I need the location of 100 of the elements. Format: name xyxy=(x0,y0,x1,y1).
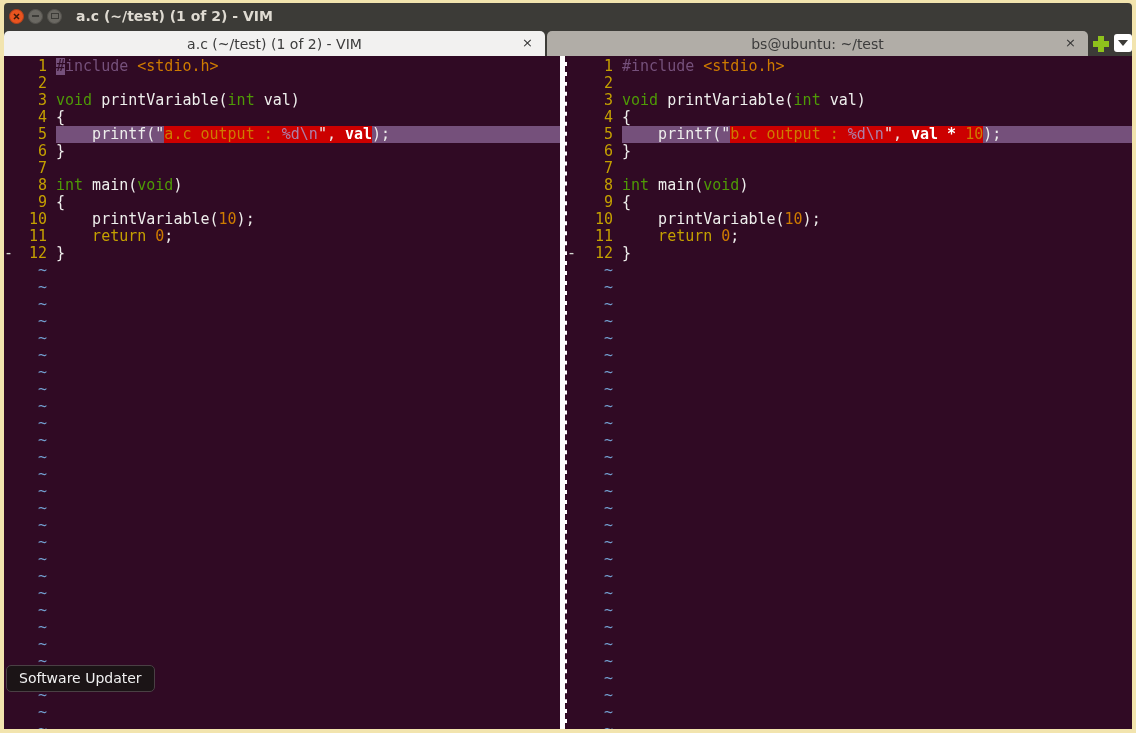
line-number: 7 xyxy=(36,160,48,177)
filler-tilde: ~ xyxy=(37,414,47,432)
filler-tilde: ~ xyxy=(37,465,47,483)
fold-marker: - xyxy=(567,245,577,262)
filler-tilde: ~ xyxy=(603,686,613,704)
filler-tilde: ~ xyxy=(37,380,47,398)
line-number: 11 xyxy=(27,228,48,245)
code-line: return 0; xyxy=(91,228,175,245)
filler-tilde: ~ xyxy=(603,346,613,364)
line-number: 2 xyxy=(36,75,48,92)
code-line: #include <stdio.h> xyxy=(56,58,220,75)
code-line: } xyxy=(56,143,67,160)
filler-tilde: ~ xyxy=(603,533,613,551)
code-line: } xyxy=(622,143,633,160)
caret-icon xyxy=(1118,40,1128,46)
line-number: 12 xyxy=(593,245,614,262)
filler-tilde: ~ xyxy=(603,516,613,534)
line-number: 7 xyxy=(602,160,614,177)
line-number: 3 xyxy=(36,92,48,109)
filler-tilde: ~ xyxy=(37,312,47,330)
window-title: a.c (~/test) (1 of 2) - VIM xyxy=(76,8,273,24)
filler-tilde: ~ xyxy=(603,312,613,330)
filler-tilde: ~ xyxy=(37,397,47,415)
line-number: 1 xyxy=(36,58,48,75)
filler-tilde: ~ xyxy=(37,278,47,296)
fold-marker: - xyxy=(4,245,14,262)
filler-tilde: ~ xyxy=(603,329,613,347)
filler-tilde: ~ xyxy=(603,448,613,466)
tab[interactable]: a.c (~/test) (1 of 2) - VIM × xyxy=(4,31,545,56)
filler-tilde: ~ xyxy=(37,635,47,653)
line-number: 8 xyxy=(36,177,48,194)
filler-tilde: ~ xyxy=(603,618,613,636)
filler-tilde: ~ xyxy=(603,278,613,296)
filler-tilde: ~ xyxy=(37,482,47,500)
filler-tilde: ~ xyxy=(37,618,47,636)
line-number: 4 xyxy=(602,109,614,126)
filler-tilde: ~ xyxy=(603,652,613,670)
code-line: { xyxy=(56,109,67,126)
filler-tilde: ~ xyxy=(37,516,47,534)
line-number: 4 xyxy=(36,109,48,126)
code-line: int main(void) xyxy=(622,177,750,194)
code-line: return 0; xyxy=(657,228,741,245)
code-line: printVariable(10); xyxy=(91,211,256,228)
line-number: 8 xyxy=(602,177,614,194)
filler-tilde: ~ xyxy=(37,499,47,517)
filler-tilde: ~ xyxy=(37,550,47,568)
code-line: } xyxy=(56,245,67,262)
filler-tilde: ~ xyxy=(603,567,613,585)
code-line: void printVariable(int val) xyxy=(56,92,301,109)
filler-tilde: ~ xyxy=(37,703,47,721)
filler-tilde: ~ xyxy=(603,669,613,687)
filler-tilde: ~ xyxy=(37,295,47,313)
filler-tilde: ~ xyxy=(603,465,613,483)
code-line: } xyxy=(622,245,633,262)
line-number: 5 xyxy=(36,126,48,143)
code-line: { xyxy=(622,194,633,211)
filler-tilde: ~ xyxy=(603,431,613,449)
line-number: 6 xyxy=(602,143,614,160)
line-number: 10 xyxy=(593,211,614,228)
filler-tilde: ~ xyxy=(37,363,47,381)
plus-icon[interactable] xyxy=(1092,35,1110,53)
code-line: { xyxy=(56,194,67,211)
line-number: 10 xyxy=(27,211,48,228)
line-number: 5 xyxy=(602,126,614,143)
close-icon[interactable] xyxy=(9,8,24,24)
filler-tilde: ~ xyxy=(37,448,47,466)
line-number: 11 xyxy=(593,228,614,245)
filler-tilde: ~ xyxy=(37,533,47,551)
filler-tilde: ~ xyxy=(37,431,47,449)
filler-tilde: ~ xyxy=(37,261,47,279)
filler-tilde: ~ xyxy=(603,499,613,517)
close-icon[interactable]: × xyxy=(1065,35,1076,50)
filler-tilde: ~ xyxy=(603,414,613,432)
filler-tilde: ~ xyxy=(603,584,613,602)
filler-tilde: ~ xyxy=(603,601,613,619)
dropdown-button[interactable] xyxy=(1114,34,1132,52)
filler-tilde: ~ xyxy=(603,380,613,398)
line-number: 2 xyxy=(602,75,614,92)
line-number: 9 xyxy=(602,194,614,211)
tab[interactable]: bs@ubuntu: ~/test × xyxy=(547,31,1088,56)
code-line: #include <stdio.h> xyxy=(622,58,786,75)
filler-tilde: ~ xyxy=(37,601,47,619)
filler-tilde: ~ xyxy=(603,482,613,500)
code-line: printVariable(10); xyxy=(657,211,822,228)
filler-tilde: ~ xyxy=(603,397,613,415)
line-number: 12 xyxy=(27,245,48,262)
filler-tilde: ~ xyxy=(603,635,613,653)
code-line: int main(void) xyxy=(56,177,184,194)
line-number: 6 xyxy=(36,143,48,160)
close-icon[interactable]: × xyxy=(522,35,533,50)
filler-tilde: ~ xyxy=(37,584,47,602)
line-number: 1 xyxy=(602,58,614,75)
filler-tilde: ~ xyxy=(37,346,47,364)
filler-tilde: ~ xyxy=(603,550,613,568)
filler-tilde: ~ xyxy=(603,261,613,279)
code-line: { xyxy=(622,109,633,126)
line-number: 3 xyxy=(602,92,614,109)
filler-tilde: ~ xyxy=(37,329,47,347)
tooltip: Software Updater xyxy=(6,665,155,692)
line-number: 9 xyxy=(36,194,48,211)
